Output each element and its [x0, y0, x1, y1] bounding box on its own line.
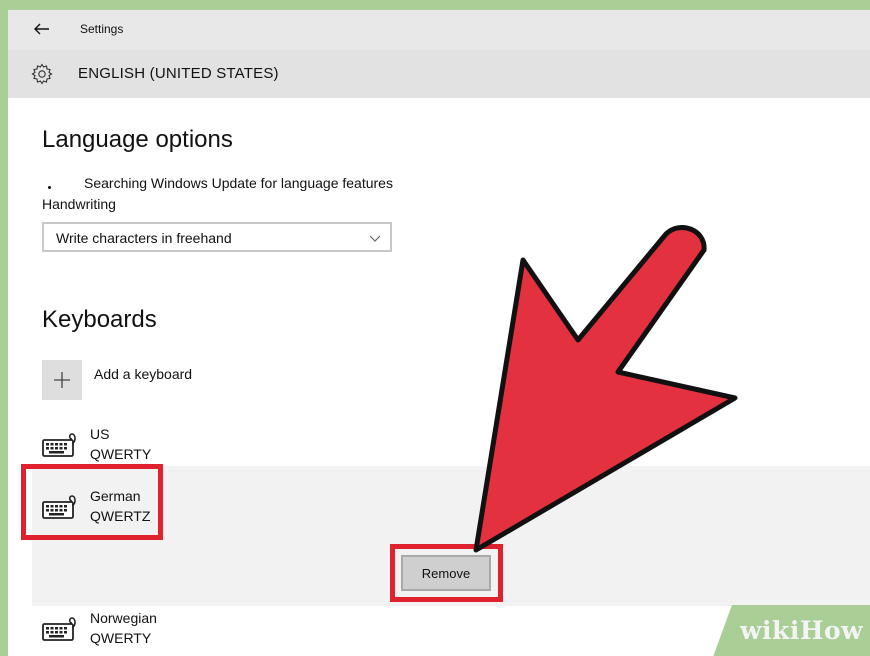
keyboard-name: US — [90, 426, 110, 442]
keyboard-layout: QWERTY — [90, 630, 152, 646]
handwriting-dropdown-value: Write characters in freehand — [56, 230, 232, 246]
language-options-heading: Language options — [42, 126, 233, 153]
handwriting-dropdown[interactable]: Write characters in freehand — [42, 222, 392, 252]
title-bar: Settings — [8, 10, 870, 50]
add-keyboard-label: Add a keyboard — [94, 366, 193, 382]
handwriting-label: Handwriting — [42, 196, 116, 212]
settings-window: Settings ENGLISH (UNITED STATES) Languag… — [8, 10, 870, 656]
keyboard-item-norwegian[interactable]: Norwegian QWERTY — [42, 610, 342, 654]
back-arrow-icon — [34, 23, 49, 35]
red-arrow-annotation — [473, 224, 738, 553]
keyboard-icon — [42, 433, 76, 457]
wikihow-watermark: wikiHow — [740, 616, 864, 645]
german-highlight-box — [21, 464, 163, 540]
chevron-down-icon — [369, 235, 381, 242]
keyboard-name: Norwegian — [90, 610, 157, 626]
status-text: Searching Windows Update for language fe… — [84, 175, 393, 191]
page-header: ENGLISH (UNITED STATES) — [8, 50, 870, 98]
add-keyboard-button[interactable]: Add a keyboard — [42, 360, 242, 400]
gear-icon — [31, 63, 53, 85]
add-keyboard-tile — [42, 360, 82, 400]
page-title: ENGLISH (UNITED STATES) — [78, 65, 279, 82]
back-button[interactable] — [32, 20, 52, 38]
keyboard-icon — [42, 617, 76, 641]
status-progress-dot — [48, 186, 51, 189]
keyboards-heading: Keyboards — [42, 306, 157, 333]
plus-icon — [54, 372, 70, 388]
keyboard-layout: QWERTY — [90, 446, 152, 462]
app-title: Settings — [80, 22, 124, 36]
